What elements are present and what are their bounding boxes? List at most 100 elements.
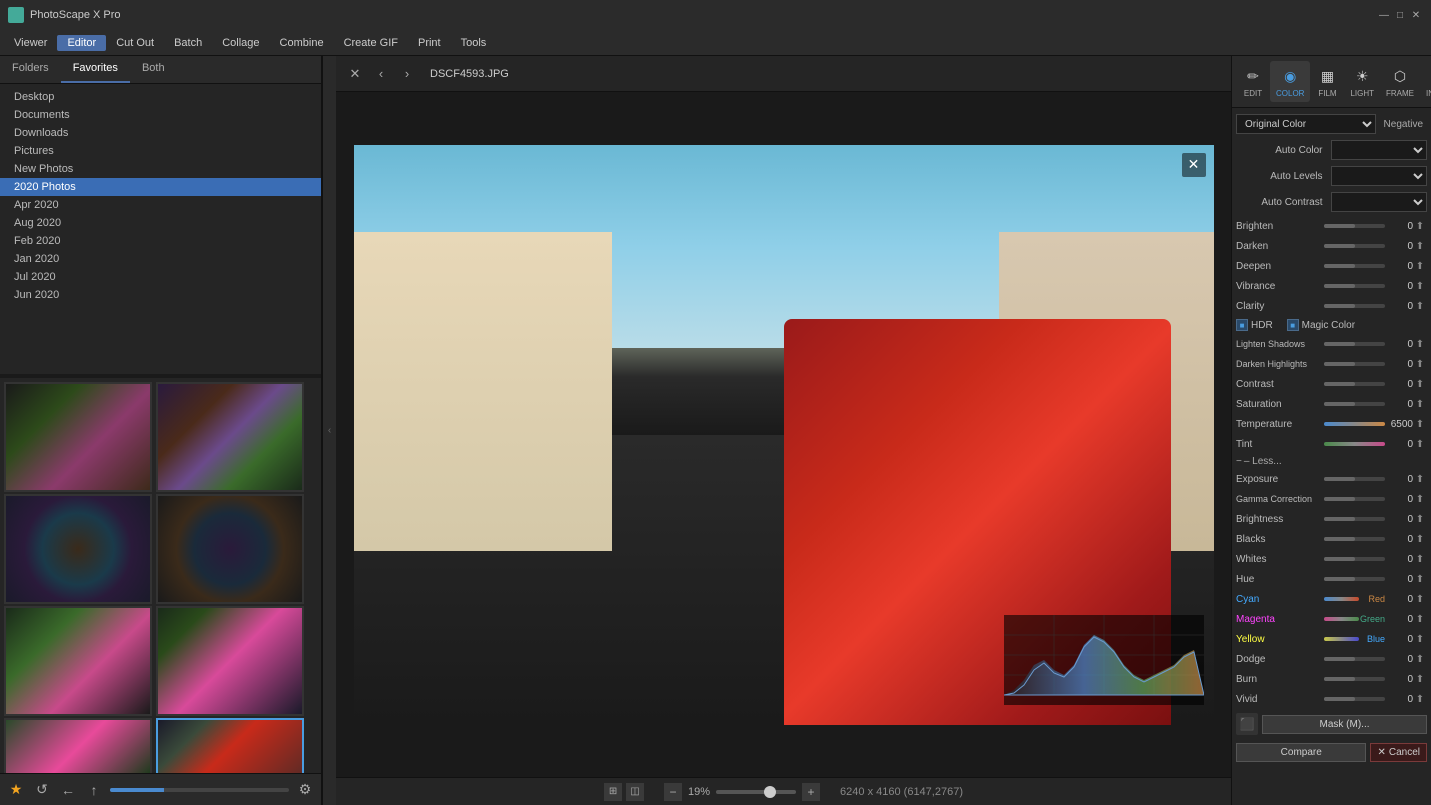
dodge-arrow[interactable]: ⬆ — [1413, 654, 1427, 665]
tab-favorites[interactable]: Favorites — [61, 56, 130, 83]
yellow-blue-track[interactable] — [1324, 637, 1359, 641]
insert-tool-button[interactable]: ✦ INSERT — [1420, 61, 1431, 102]
cyan-red-track[interactable] — [1324, 597, 1359, 601]
magenta-green-arrow[interactable]: ⬆ — [1413, 614, 1427, 625]
tab-folders[interactable]: Folders — [0, 56, 61, 83]
whites-track[interactable] — [1324, 557, 1385, 561]
whites-arrow[interactable]: ⬆ — [1413, 554, 1427, 565]
auto-contrast-select[interactable] — [1331, 192, 1428, 212]
crop-tool-button[interactable]: ⊞ — [604, 783, 622, 801]
menu-batch[interactable]: Batch — [164, 35, 212, 51]
lighten-shadows-arrow[interactable]: ⬆ — [1413, 339, 1427, 350]
tab-both[interactable]: Both — [130, 56, 177, 83]
menu-collage[interactable]: Collage — [212, 35, 269, 51]
yellow-blue-arrow[interactable]: ⬆ — [1413, 634, 1427, 645]
brighten-track[interactable] — [1324, 224, 1385, 228]
brighten-arrow[interactable]: ⬆ — [1413, 221, 1427, 232]
hue-track[interactable] — [1324, 577, 1385, 581]
saturation-track[interactable] — [1324, 402, 1385, 406]
brightness-arrow[interactable]: ⬆ — [1413, 514, 1427, 525]
folder-aug2020[interactable]: Aug 2020 — [0, 214, 321, 232]
folder-documents[interactable]: Documents — [0, 106, 321, 124]
temperature-track[interactable] — [1324, 422, 1385, 426]
thumbnail-7[interactable] — [4, 718, 152, 773]
thumbnail-2[interactable] — [156, 382, 304, 492]
mask-icon-button[interactable]: ⬛ — [1236, 713, 1258, 735]
lighten-shadows-track[interactable] — [1324, 342, 1385, 346]
brightness-track[interactable] — [1324, 517, 1385, 521]
temperature-arrow[interactable]: ⬆ — [1413, 419, 1427, 430]
tint-track[interactable] — [1324, 442, 1385, 446]
tint-arrow[interactable]: ⬆ — [1413, 439, 1427, 450]
auto-color-select[interactable] — [1331, 140, 1428, 160]
zoom-thumb[interactable] — [764, 786, 776, 798]
less-btn[interactable]: − – Less... — [1236, 456, 1427, 467]
frame-tool-button[interactable]: ⬡ FRAME — [1380, 61, 1420, 102]
contrast-arrow[interactable]: ⬆ — [1413, 379, 1427, 390]
contrast-track[interactable] — [1324, 382, 1385, 386]
dodge-track[interactable] — [1324, 657, 1385, 661]
folder-jul2020[interactable]: Jul 2020 — [0, 268, 321, 286]
close-image-button[interactable]: ✕ — [344, 63, 366, 85]
menu-print[interactable]: Print — [408, 35, 451, 51]
minimize-button[interactable]: — — [1377, 8, 1391, 22]
compare-tool-button[interactable]: ◫ — [626, 783, 644, 801]
folder-jun2020[interactable]: Jun 2020 — [0, 286, 321, 304]
folder-pictures[interactable]: Pictures — [0, 142, 321, 160]
mask-button[interactable]: Mask (M)... — [1262, 715, 1427, 734]
vivid-arrow[interactable]: ⬆ — [1413, 694, 1427, 705]
deepen-track[interactable] — [1324, 264, 1385, 268]
menu-cutout[interactable]: Cut Out — [106, 35, 164, 51]
cyan-red-arrow[interactable]: ⬆ — [1413, 594, 1427, 605]
exposure-arrow[interactable]: ⬆ — [1413, 474, 1427, 485]
back-button[interactable]: ← — [58, 780, 78, 800]
darken-highlights-track[interactable] — [1324, 362, 1385, 366]
thumbnail-3[interactable] — [4, 494, 152, 604]
vivid-track[interactable] — [1324, 697, 1385, 701]
film-tool-button[interactable]: ▦ FILM — [1310, 61, 1344, 102]
folder-downloads[interactable]: Downloads — [0, 124, 321, 142]
folder-2020-photos[interactable]: 2020 Photos — [0, 178, 321, 196]
hdr-checkbox[interactable]: ■ HDR — [1236, 319, 1273, 331]
folder-jan2020[interactable]: Jan 2020 — [0, 250, 321, 268]
up-button[interactable]: ↑ — [84, 780, 104, 800]
folder-new-photos[interactable]: New Photos — [0, 160, 321, 178]
cancel-button[interactable]: ✕ Cancel — [1370, 743, 1427, 762]
folder-desktop[interactable]: Desktop — [0, 88, 321, 106]
magenta-green-track[interactable] — [1324, 617, 1359, 621]
vibrance-track[interactable] — [1324, 284, 1385, 288]
thumbnail-8-selected[interactable] — [156, 718, 304, 773]
blacks-track[interactable] — [1324, 537, 1385, 541]
close-button[interactable]: ✕ — [1409, 8, 1423, 22]
rotate-button[interactable]: ↺ — [32, 780, 52, 800]
vibrance-arrow[interactable]: ⬆ — [1413, 281, 1427, 292]
color-mode-dropdown[interactable]: Original Color — [1236, 114, 1376, 134]
collapse-panel-handle[interactable]: ‹ — [322, 56, 336, 805]
exposure-track[interactable] — [1324, 477, 1385, 481]
deepen-arrow[interactable]: ⬆ — [1413, 261, 1427, 272]
zoom-slider[interactable] — [716, 790, 796, 794]
light-tool-button[interactable]: ☀ LIGHT — [1344, 61, 1380, 102]
thumbnail-4[interactable] — [156, 494, 304, 604]
color-tool-button[interactable]: ◉ COLOR — [1270, 61, 1310, 102]
menu-viewer[interactable]: Viewer — [4, 35, 57, 51]
darken-highlights-arrow[interactable]: ⬆ — [1413, 359, 1427, 370]
menu-editor[interactable]: Editor — [57, 35, 106, 51]
burn-track[interactable] — [1324, 677, 1385, 681]
auto-levels-select[interactable] — [1331, 166, 1428, 186]
clarity-arrow[interactable]: ⬆ — [1413, 301, 1427, 312]
prev-image-button[interactable]: ‹ — [370, 63, 392, 85]
maximize-button[interactable]: □ — [1393, 8, 1407, 22]
menu-creategif[interactable]: Create GIF — [334, 35, 408, 51]
hue-arrow[interactable]: ⬆ — [1413, 574, 1427, 585]
clarity-track[interactable] — [1324, 304, 1385, 308]
zoom-in-button[interactable]: + — [802, 783, 820, 801]
folder-apr2020[interactable]: Apr 2020 — [0, 196, 321, 214]
darken-arrow[interactable]: ⬆ — [1413, 241, 1427, 252]
compare-button[interactable]: Compare — [1236, 743, 1366, 762]
settings-button[interactable]: ⚙ — [295, 780, 315, 800]
menu-tools[interactable]: Tools — [451, 35, 497, 51]
gamma-track[interactable] — [1324, 497, 1385, 501]
magic-color-checkbox[interactable]: ■ Magic Color — [1287, 319, 1355, 331]
star-button[interactable]: ★ — [6, 780, 26, 800]
